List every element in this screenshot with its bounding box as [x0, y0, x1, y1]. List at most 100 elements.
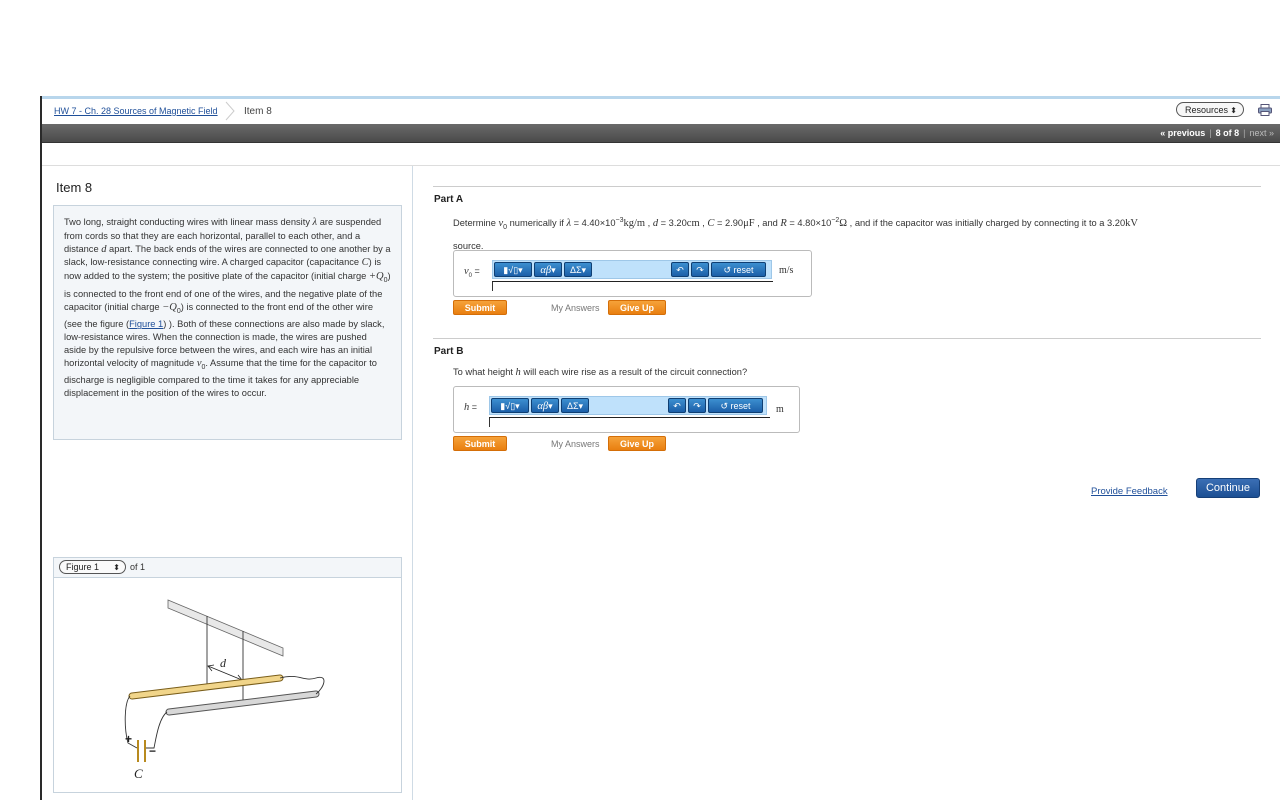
question-text: , and [754, 218, 781, 229]
label-d: d [220, 656, 227, 670]
problem-text: apart. The back ends of the wires are co… [64, 243, 391, 268]
question-text: = 2.90 [714, 218, 744, 229]
part-b-submit-button[interactable]: Submit [453, 436, 507, 451]
label-plus: + [125, 732, 132, 746]
redo-button[interactable]: ↷ [688, 398, 706, 413]
part-a-answer-label: v0 = [464, 266, 480, 279]
part-a-math-toolbar: ▮√▯▾ αβ▾ ΔΣ▾ ↶ ↷ ↺ reset [492, 260, 772, 279]
math-c: C [361, 257, 369, 269]
part-b-unit: m [776, 404, 784, 415]
question-text: , and if the capacitor was initially cha… [847, 218, 1126, 229]
pager: « previous | 8 of 8 | next » [1160, 128, 1274, 138]
greek-icon: αβ [537, 401, 549, 412]
redo-button[interactable]: ↷ [691, 262, 709, 277]
undo-icon: ↶ [676, 265, 684, 275]
print-icon[interactable] [1258, 104, 1272, 116]
question-text: Determine [453, 218, 499, 229]
unit-text: kV [1125, 218, 1138, 230]
label-C: C [134, 766, 143, 781]
part-b-answer-input[interactable] [489, 417, 770, 418]
math-minus-q0: −Q [162, 301, 177, 313]
continue-button[interactable]: Continue [1196, 478, 1260, 498]
figure-panel: Figure 1 ⬍ of 1 d + − C [53, 557, 402, 793]
wire-gold [129, 675, 283, 699]
figure-select[interactable]: Figure 1 ⬍ [59, 560, 126, 574]
question-text: = 3.20 [658, 218, 687, 229]
question-text: = 4.40×10 [571, 218, 616, 229]
reset-button[interactable]: ↺ reset [711, 262, 766, 277]
figure-count: of 1 [130, 562, 146, 572]
symbols-button[interactable]: ΔΣ▾ [561, 398, 589, 413]
part-a-answer-input[interactable] [492, 281, 773, 282]
symbols-button[interactable]: ΔΣ▾ [564, 262, 592, 277]
reset-icon: ↺ [723, 265, 734, 275]
pager-position: 8 of 8 [1215, 128, 1240, 138]
reset-icon: ↺ [720, 401, 731, 411]
templates-button[interactable]: ▮√▯▾ [491, 398, 529, 413]
figure-1-link[interactable]: Figure 1 [129, 319, 163, 329]
part-b-rule [433, 338, 1261, 339]
mastering-app: HW 7 - Ch. 28 Sources of Magnetic Field … [40, 96, 1280, 800]
greek-button[interactable]: αβ▾ [534, 262, 562, 277]
problem-statement: Two long, straight conducting wires with… [53, 205, 402, 440]
reset-button[interactable]: ↺ reset [708, 398, 763, 413]
item-title: Item 8 [56, 180, 93, 195]
part-b-math-toolbar: ▮√▯▾ αβ▾ ΔΣ▾ ↶ ↷ ↺ reset [489, 396, 767, 415]
navbar: HW 7 - Ch. 28 Sources of Magnetic Field … [42, 99, 1280, 123]
symbols-icon: ΔΣ [569, 265, 582, 275]
question-text: , [645, 218, 653, 229]
equals-sign: = [469, 402, 478, 412]
dropdown-arrows-icon: ⬍ [113, 563, 120, 572]
ceiling-support [167, 599, 284, 657]
breadcrumb-assignment-link[interactable]: HW 7 - Ch. 28 Sources of Magnetic Field [54, 106, 218, 116]
templates-icon: ▮√▯ [503, 265, 519, 275]
right-pane: Part A Determine v0 numerically if λ = 4… [413, 166, 1280, 800]
figure-select-value: Figure 1 [66, 562, 100, 572]
part-b-give-up-button[interactable]: Give Up [608, 436, 666, 451]
part-b-answer-label: h = [464, 402, 477, 413]
question-text: To what height [453, 367, 516, 377]
templates-icon: ▮√▯ [500, 401, 516, 411]
part-a-question: Determine v0 numerically if λ = 4.40×10−… [453, 217, 1138, 251]
part-b-title: Part B [434, 346, 464, 357]
previous-link[interactable]: « previous [1160, 128, 1205, 138]
unit-text: Ω [839, 218, 848, 230]
wires-capacitor-figure: d + − C [124, 599, 325, 781]
equals-sign: = [472, 266, 480, 276]
breadcrumb-separator-icon [225, 101, 235, 121]
undo-icon: ↶ [673, 401, 681, 411]
input-cursor [489, 418, 490, 427]
unit-text: kg/m [623, 218, 646, 230]
resources-dropdown[interactable]: Resources ⬍ [1176, 102, 1244, 117]
math-plus-q0: +Q [368, 271, 384, 283]
provide-feedback-link[interactable]: Provide Feedback [1091, 486, 1168, 497]
part-a-answer-box: v0 = ▮√▯▾ αβ▾ ΔΣ▾ ↶ ↷ ↺ reset m/s [453, 250, 812, 297]
figure-header: Figure 1 ⬍ of 1 [54, 558, 401, 578]
unit-text: cm [686, 218, 700, 230]
part-b-question: To what height h will each wire rise as … [453, 363, 747, 382]
part-a-submit-button[interactable]: Submit [453, 300, 507, 315]
reset-label: reset [730, 401, 751, 411]
greek-button[interactable]: αβ▾ [531, 398, 559, 413]
undo-button[interactable]: ↶ [671, 262, 689, 277]
symbols-icon: ΔΣ [566, 401, 579, 411]
resources-label: Resources [1185, 105, 1229, 115]
part-a-unit: m/s [779, 265, 794, 276]
templates-button[interactable]: ▮√▯▾ [494, 262, 532, 277]
redo-icon: ↷ [696, 265, 704, 275]
part-a-rule [433, 186, 1261, 187]
front-connector-negative [146, 711, 168, 749]
input-cursor [492, 282, 493, 291]
question-text: will each wire rise as a result of the c… [520, 367, 748, 377]
wire-silver [166, 691, 319, 715]
part-a-my-answers-link[interactable]: My Answers [551, 303, 600, 313]
part-a-give-up-button[interactable]: Give Up [608, 300, 666, 315]
part-b-my-answers-link[interactable]: My Answers [551, 439, 600, 449]
redo-icon: ↷ [693, 401, 701, 411]
breadcrumb-current: Item 8 [244, 106, 272, 117]
pager-bar: « previous | 8 of 8 | next » [42, 124, 1280, 143]
undo-button[interactable]: ↶ [668, 398, 686, 413]
part-b-answer-box: h = ▮√▯▾ αβ▾ ΔΣ▾ ↶ ↷ ↺ reset m [453, 386, 800, 433]
next-link[interactable]: next » [1249, 128, 1274, 138]
part-a-title: Part A [434, 194, 464, 205]
